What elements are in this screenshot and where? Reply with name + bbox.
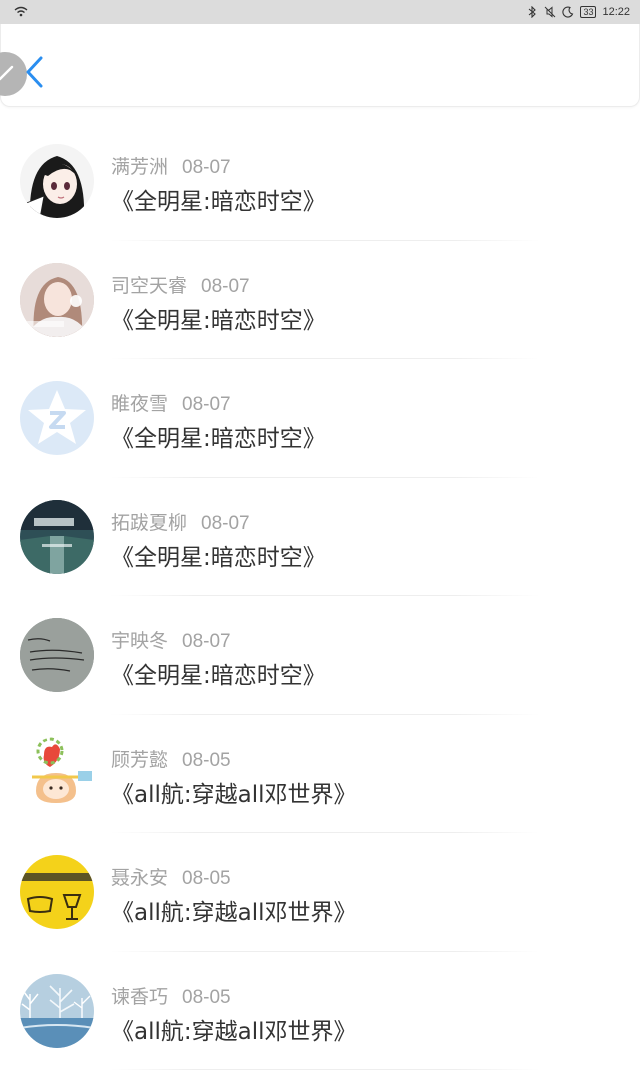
post-date: 08-05 bbox=[182, 868, 231, 889]
post-date: 08-07 bbox=[201, 513, 250, 534]
list-item[interactable]: 聂永安 08-05 《all航:穿越all邓世界》 bbox=[0, 833, 640, 952]
comment-list: 满芳洲 08-07 《全明星:暗恋时空》 司空天睿 08-07 《全明星:暗恋时空》 bbox=[0, 122, 640, 1070]
post-date: 08-05 bbox=[182, 987, 231, 1008]
list-item[interactable]: 睢夜雪 08-07 《全明星:暗恋时空》 bbox=[0, 359, 640, 478]
anime-girl-avatar-icon bbox=[20, 144, 94, 218]
author-name[interactable]: 聂永安 bbox=[111, 867, 168, 889]
photo-girl-avatar-icon bbox=[20, 263, 94, 337]
avatar[interactable] bbox=[20, 618, 94, 692]
book-title[interactable]: 《全明星:暗恋时空》 bbox=[111, 301, 326, 335]
author-name[interactable]: 宇映冬 bbox=[111, 630, 168, 652]
winter-tree-avatar-icon bbox=[20, 974, 94, 1048]
book-title[interactable]: 《all航:穿越all邓世界》 bbox=[111, 893, 357, 927]
author-name[interactable]: 顾芳懿 bbox=[111, 749, 168, 771]
pencil-icon bbox=[0, 64, 15, 82]
avatar[interactable] bbox=[20, 737, 94, 811]
yellow-sign-avatar-icon bbox=[20, 855, 94, 929]
avatar[interactable] bbox=[20, 500, 94, 574]
avatar[interactable] bbox=[20, 381, 94, 455]
list-item[interactable]: 司空天睿 08-07 《全明星:暗恋时空》 bbox=[0, 241, 640, 360]
author-name[interactable]: 司空天睿 bbox=[111, 275, 187, 297]
mute-icon bbox=[544, 6, 556, 18]
post-date: 08-07 bbox=[182, 394, 231, 415]
post-date: 08-07 bbox=[201, 276, 250, 297]
book-title[interactable]: 《全明星:暗恋时空》 bbox=[111, 182, 326, 216]
post-date: 08-05 bbox=[182, 750, 231, 771]
book-title[interactable]: 《all航:穿越all邓世界》 bbox=[111, 775, 357, 809]
author-name[interactable]: 谏香巧 bbox=[111, 986, 168, 1008]
book-title[interactable]: 《全明星:暗恋时空》 bbox=[111, 419, 326, 453]
list-item[interactable]: 满芳洲 08-07 《全明星:暗恋时空》 bbox=[0, 122, 640, 241]
list-item[interactable]: 拓跋夏柳 08-07 《全明星:暗恋时空》 bbox=[0, 478, 640, 597]
battery-indicator: 33 bbox=[580, 6, 596, 18]
do-not-disturb-moon-icon bbox=[562, 6, 574, 18]
author-name[interactable]: 拓跋夏柳 bbox=[111, 512, 187, 534]
author-name[interactable]: 满芳洲 bbox=[111, 156, 168, 178]
avatar[interactable] bbox=[20, 855, 94, 929]
list-item[interactable]: 宇映冬 08-07 《全明星:暗恋时空》 bbox=[0, 596, 640, 715]
book-title[interactable]: 《全明星:暗恋时空》 bbox=[111, 656, 326, 690]
bluetooth-icon bbox=[526, 6, 538, 18]
avatar[interactable] bbox=[20, 974, 94, 1048]
wifi-icon bbox=[14, 4, 30, 20]
book-title[interactable]: 《all航:穿越all邓世界》 bbox=[111, 1012, 357, 1046]
clock: 12:22 bbox=[602, 6, 630, 18]
post-date: 08-07 bbox=[182, 631, 231, 652]
status-bar: 33 12:22 bbox=[0, 0, 640, 24]
avatar[interactable] bbox=[20, 263, 94, 337]
back-button[interactable] bbox=[23, 54, 47, 90]
post-date: 08-07 bbox=[182, 157, 231, 178]
street-photo-avatar-icon bbox=[20, 500, 94, 574]
list-item[interactable]: 谏香巧 08-05 《all航:穿越all邓世界》 bbox=[0, 952, 640, 1070]
list-item[interactable]: 顾芳懿 08-05 《all航:穿越all邓世界》 bbox=[0, 715, 640, 834]
top-toolbar bbox=[0, 24, 640, 107]
chevron-left-icon bbox=[23, 54, 47, 90]
book-title[interactable]: 《全明星:暗恋时空》 bbox=[111, 538, 326, 572]
handwriting-avatar-icon bbox=[20, 618, 94, 692]
avatar[interactable] bbox=[20, 144, 94, 218]
default-star-avatar-icon bbox=[20, 381, 94, 455]
author-name[interactable]: 睢夜雪 bbox=[111, 393, 168, 415]
cartoon-heart-avatar-icon bbox=[20, 737, 94, 811]
